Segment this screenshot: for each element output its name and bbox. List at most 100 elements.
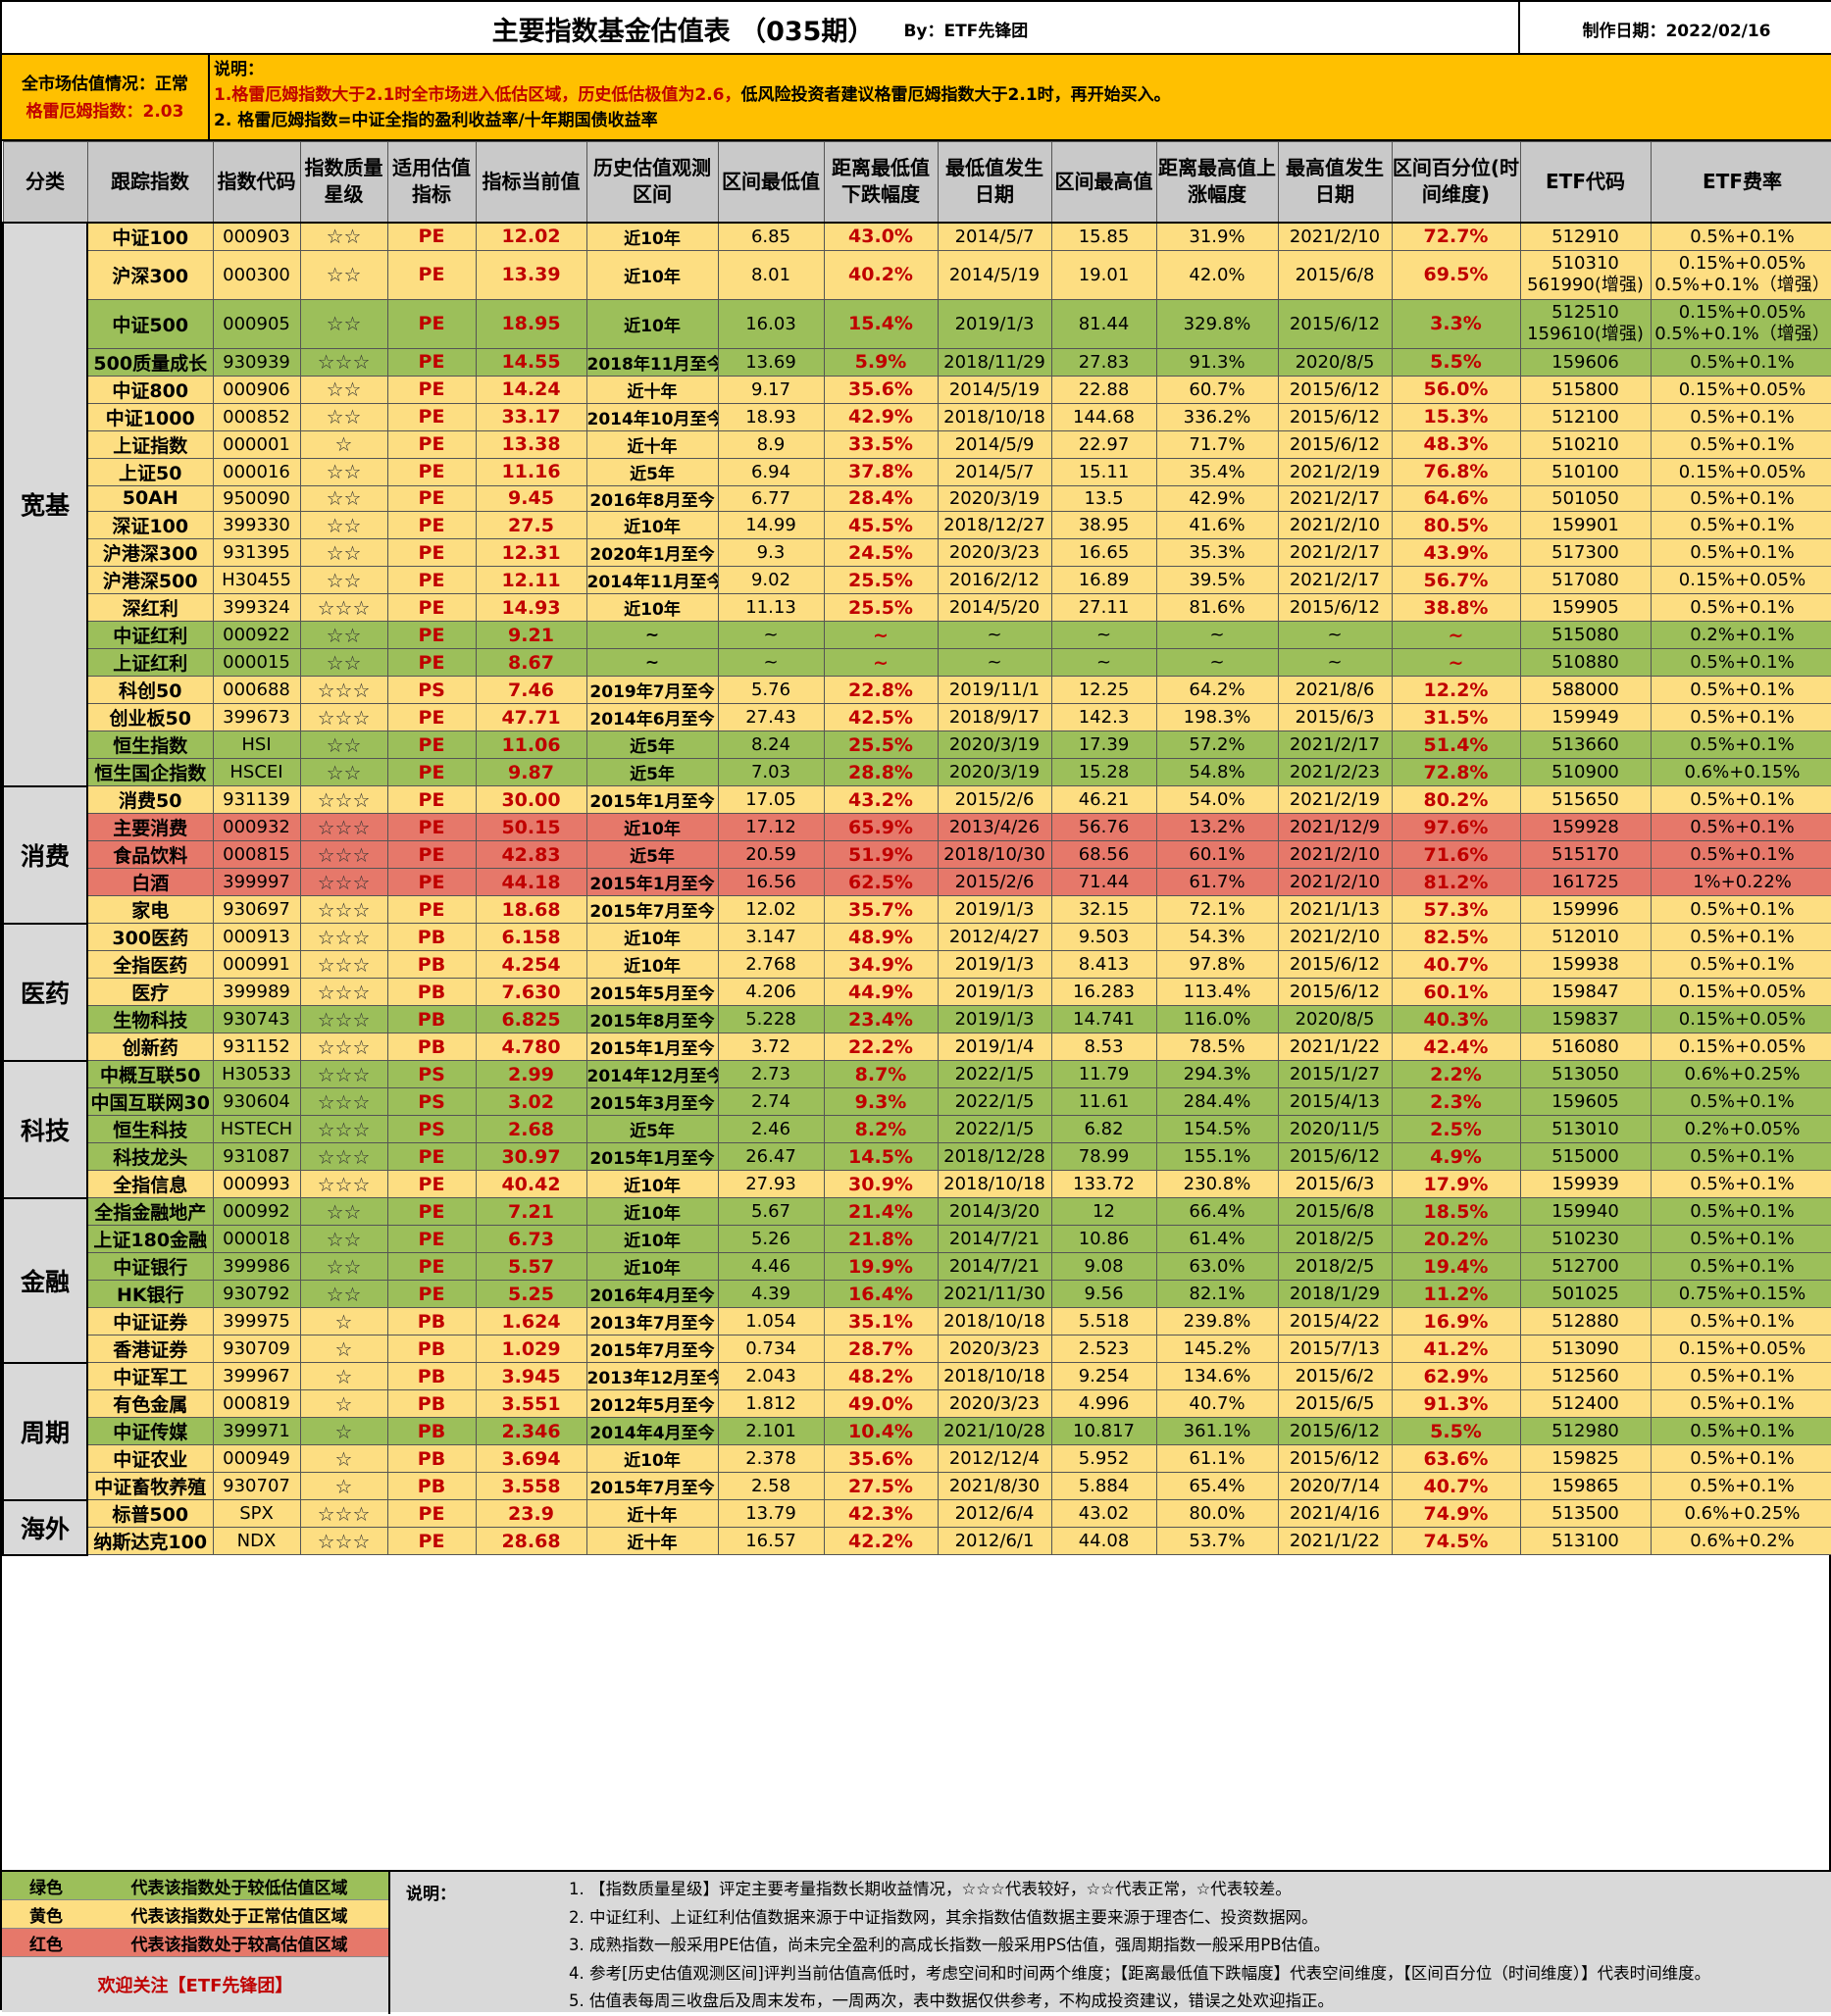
table-cell: 27.5% [823,1472,939,1501]
legend-red-key: 红色 [29,1935,63,1955]
table-cell: 2019/1/3 [937,950,1052,980]
table-cell: ☆☆ [299,484,388,513]
table-cell: 2015年1月至今 [585,785,719,815]
table-cell: 515800 [1519,375,1652,404]
table-cell: 4.9% [1391,1142,1521,1172]
table-row: 中国互联网30 930604 ☆☆☆ PS 3.02 2015年3月至今 2.74 9.3% 2… [3,1087,1831,1117]
table-cell: 28.68 [475,1527,587,1556]
table-cell: 16.89 [1050,566,1157,595]
table-cell: 2018/2/5 [1277,1252,1393,1282]
column-header: 适用估值指标 [386,141,477,224]
table-cell: 17.9% [1391,1170,1521,1199]
table-cell: 510210 [1519,429,1652,459]
table-cell: 2015/6/3 [1277,703,1393,732]
table-cell: 6.825 [475,1005,587,1034]
table-cell: 上证50 [86,457,214,486]
table-cell: 82.5% [1391,923,1521,952]
table-cell: 30.9% [823,1170,939,1199]
table-cell: 0.15%+0.05% [1650,1033,1831,1062]
table-cell: 2022/1/5 [937,1060,1052,1089]
table-cell: ☆ [299,1335,388,1364]
table-cell: 15.85 [1050,222,1157,251]
table-cell: 2018/10/18 [937,1307,1052,1336]
table-cell: 10.817 [1050,1417,1157,1446]
table-cell: 0.6%+0.2% [1650,1527,1831,1556]
table-cell: 50AH [86,484,214,513]
table-cell: 588000 [1519,676,1652,705]
table-cell: ☆☆ [299,511,388,540]
table-cell: 28.7% [823,1335,939,1364]
table-cell: 91.3% [1391,1389,1521,1419]
table-cell: 000906 [212,375,301,404]
table-cell: 2018/2/5 [1277,1225,1393,1254]
table-cell: 中证畜牧养殖 [86,1472,214,1501]
table-cell: 近10年 [585,249,719,300]
table-cell: 2.5% [1391,1115,1521,1144]
table-cell: 全指信息 [86,1170,214,1199]
notice-text: 说明： 1.格雷厄姆指数大于2.1时全市场进入低估区域，历史低估极值为2.6，低… [214,57,1822,139]
table-cell: PE [386,731,477,760]
table-cell: 0.15%+0.05% 0.5%+0.1%（增强） [1650,298,1831,349]
table-cell: ~ [1277,621,1393,650]
table-cell: 生物科技 [86,1005,214,1034]
table-row: 中证农业 000949 ☆ PB 3.694 近10年 2.378 35.6% 2012/12/… [3,1444,1831,1474]
table-cell: 3.147 [717,923,825,952]
table-cell: HSCEI [212,758,301,787]
table-cell: 中证证券 [86,1307,214,1336]
table-cell: 159940 [1519,1197,1652,1227]
table-cell: 2014年4月至今 [585,1417,719,1446]
table-cell: 3.694 [475,1444,587,1474]
table-cell: ☆ [299,1472,388,1501]
table-cell: PE [386,840,477,870]
table-cell: PE [386,1225,477,1254]
table-cell: 239.8% [1155,1307,1279,1336]
table-cell: 27.11 [1050,593,1157,623]
market-status: 全市场估值情况：正常 格雷厄姆指数：2.03 [2,55,210,141]
table-cell: 000913 [212,923,301,952]
table-cell: 512910 [1519,222,1652,251]
legend-red-desc: 代表该指数处于较高估值区域 [130,1935,348,1955]
table-cell: 2014年12月至今 [585,1060,719,1089]
table-cell: 0.5%+0.1% [1650,840,1831,870]
table-cell: 159938 [1519,950,1652,980]
table-cell: 515650 [1519,785,1652,815]
table-cell: 13.38 [475,429,587,459]
table-cell: 16.9% [1391,1307,1521,1336]
valuation-table: 分类 跟踪指数 指数代码 指数质量星级 适用估值指标 指标当前值 历史估值观测区间 区间最低值… [2,141,1831,1556]
table-cell: 2015/6/12 [1277,402,1393,431]
table-cell: 2014/3/20 [937,1197,1052,1227]
table-cell: ☆☆☆ [299,1060,388,1089]
table-cell: 81.2% [1391,868,1521,897]
table-row: 上证50 000016 ☆☆ PE 11.16 近5年 6.94 37.8% 2014/5/7 1… [3,457,1831,486]
table-cell: PS [386,1087,477,1117]
column-header: 指数质量星级 [299,141,388,224]
table-cell: PE [386,375,477,404]
table-cell: 54.0% [1155,785,1279,815]
table-cell: ☆☆☆ [299,923,388,952]
table-cell: 近10年 [585,222,719,251]
table-cell: 12 [1050,1197,1157,1227]
table-cell: PE [386,298,477,349]
table-cell: 2015/6/8 [1277,249,1393,300]
table-cell: 0.75%+0.15% [1650,1280,1831,1309]
column-header: 指标当前值 [475,141,587,224]
table-cell: 48.9% [823,923,939,952]
table-cell: 60.1% [1155,840,1279,870]
table-cell: 4.46 [717,1252,825,1282]
table-cell: 近10年 [585,1225,719,1254]
table-cell: 513050 [1519,1060,1652,1089]
table-cell: 198.3% [1155,703,1279,732]
table-row: 中证证券 399975 ☆ PB 1.624 2013年7月至今 1.054 35.1% 201… [3,1307,1831,1336]
table-row: 上证指数 000001 ☆ PE 13.38 近十年 8.9 33.5% 2014/5/9 22.… [3,429,1831,459]
table-cell: 4.206 [717,978,825,1007]
table-cell: 69.5% [1391,249,1521,300]
table-cell: 0.5%+0.1% [1650,813,1831,842]
table-cell: 0.5%+0.1% [1650,1225,1831,1254]
table-cell: 0.5%+0.1% [1650,1252,1831,1282]
table-cell: 2015年3月至今 [585,1087,719,1117]
table-cell: 近十年 [585,429,719,459]
table-cell: 32.15 [1050,895,1157,925]
notice-line-1-highlight: 1.格雷厄姆指数大于2.1时全市场进入低估区域，历史低估极值为2.6， [214,85,741,105]
table-cell: ~ [585,648,719,678]
table-cell: 25.5% [823,566,939,595]
